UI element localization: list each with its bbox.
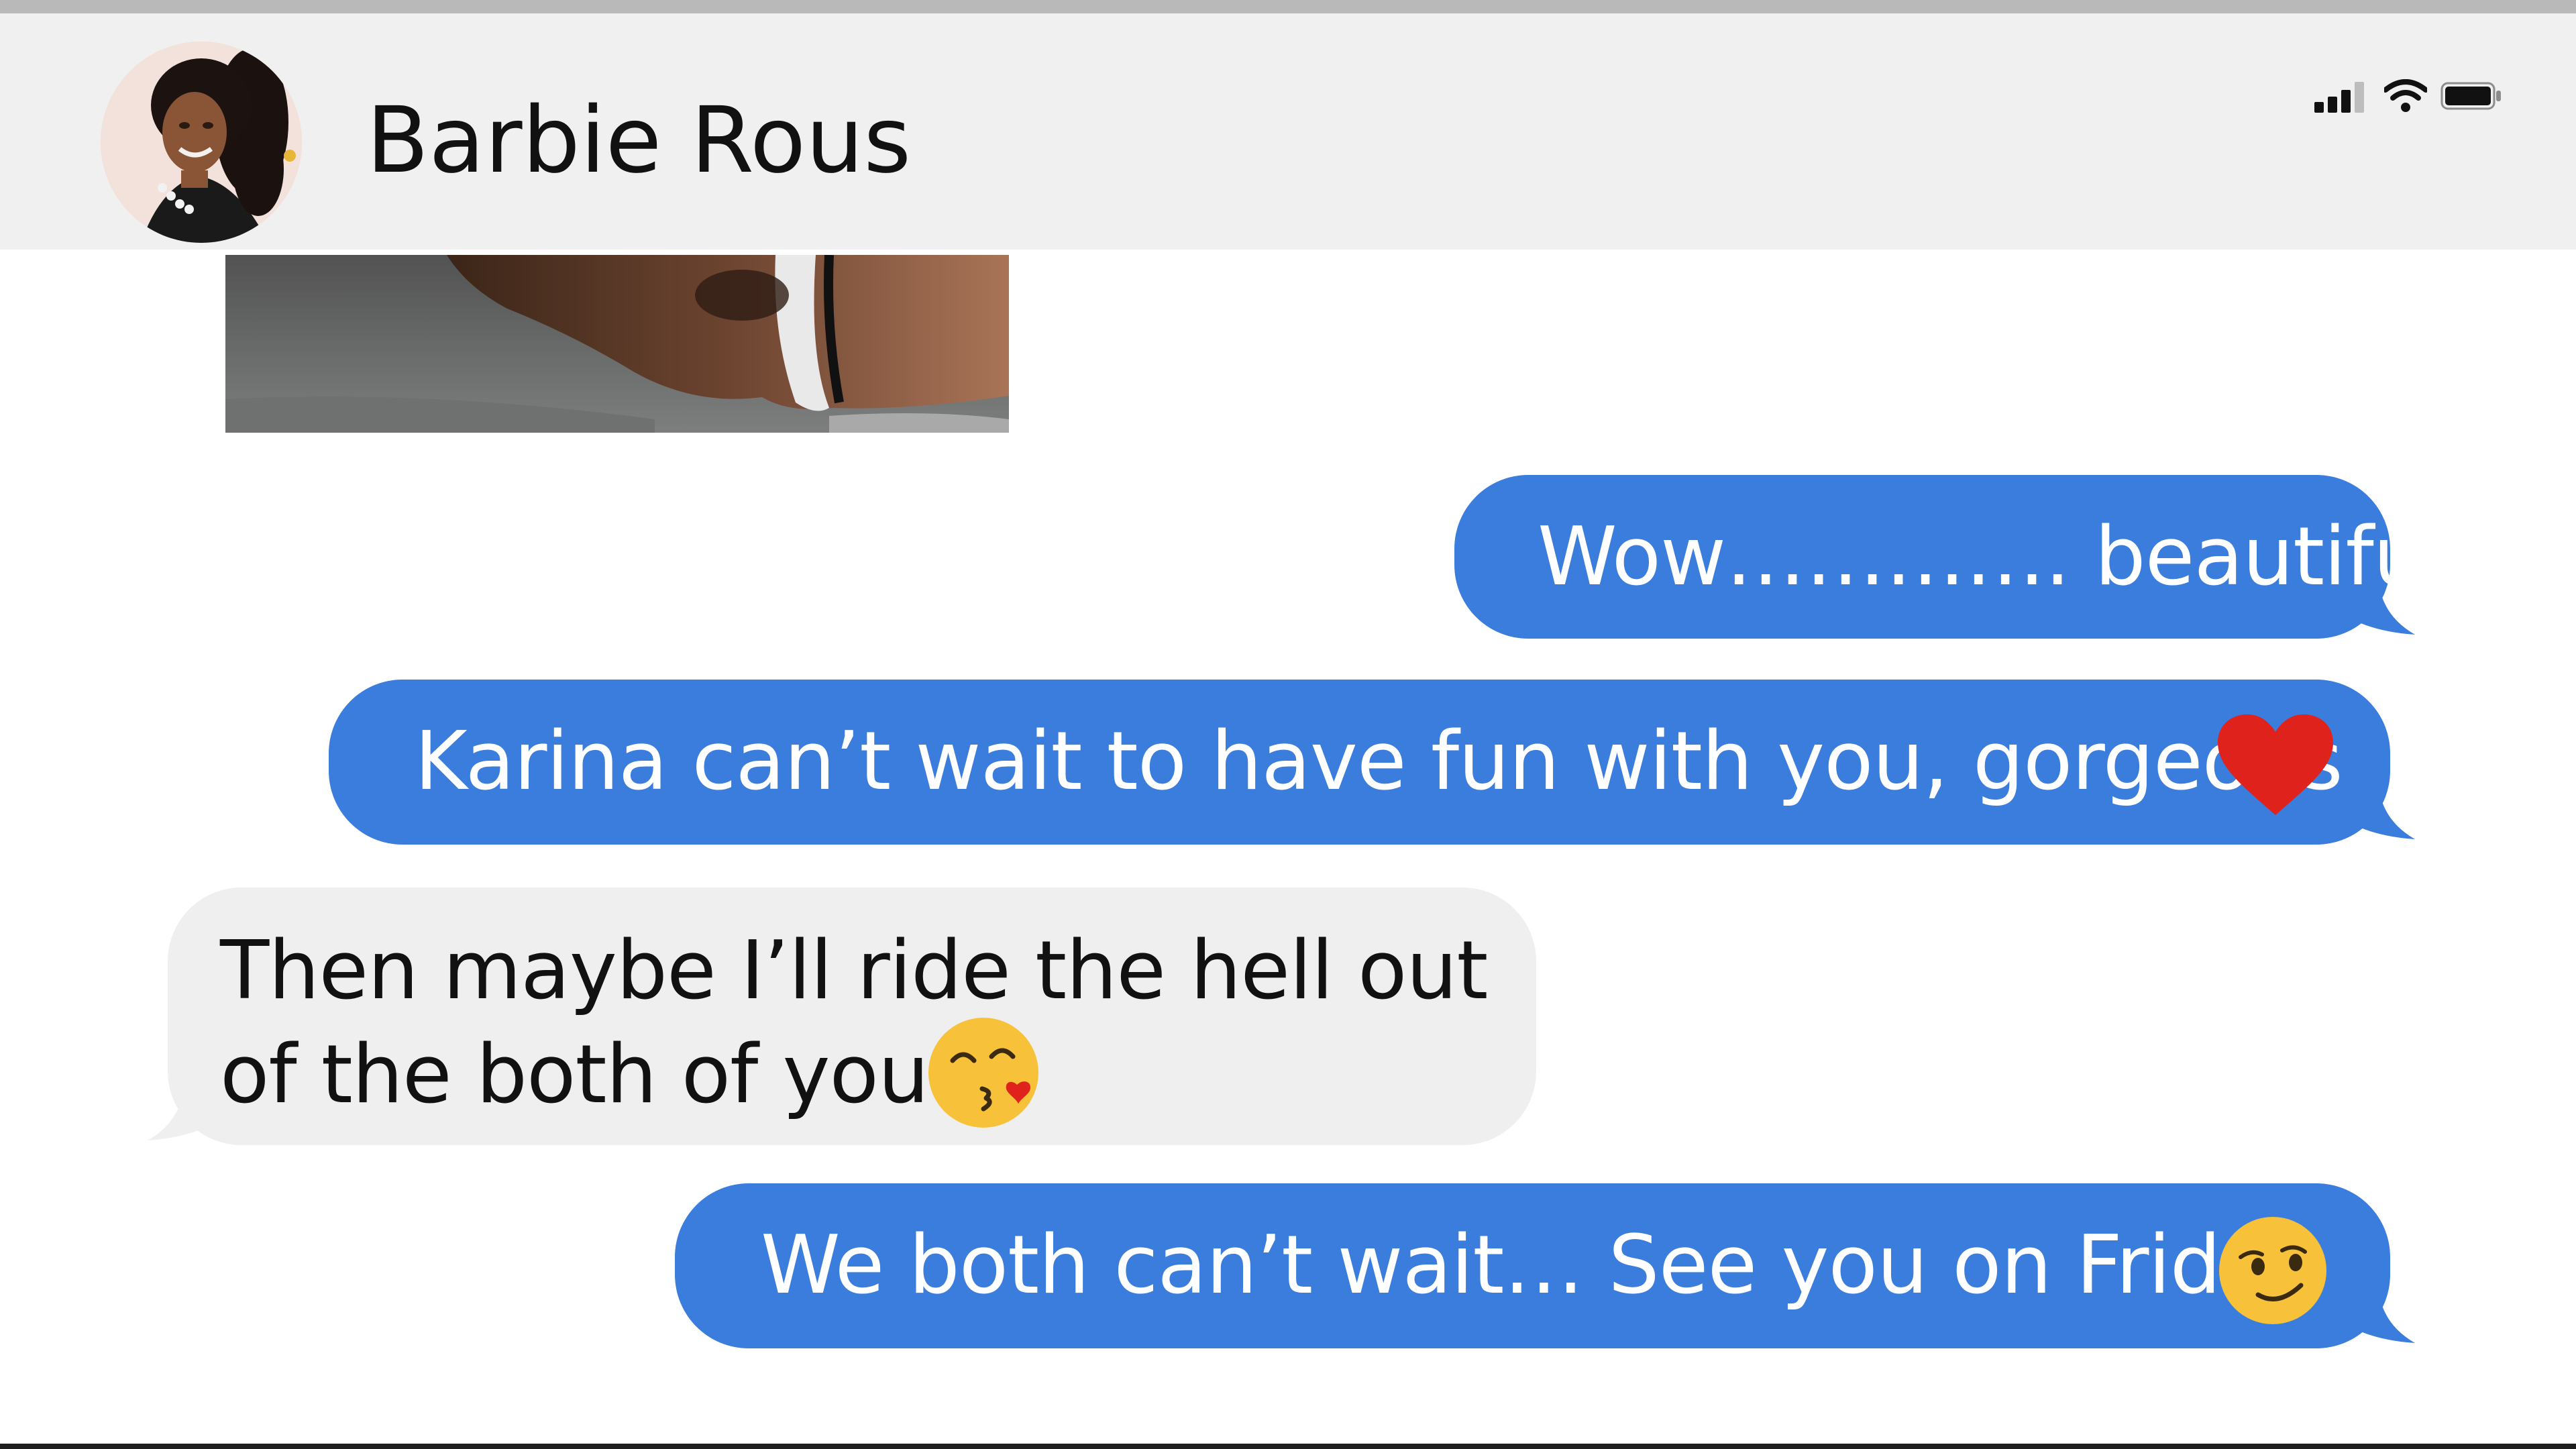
signal-bars-icon <box>2314 79 2368 113</box>
bubble-tail <box>2348 1299 2415 1343</box>
contact-avatar[interactable] <box>101 42 302 243</box>
outgoing-message-bubble[interactable]: Karina can’t wait to have fun with you, … <box>329 680 2390 845</box>
message-text-line-2: of the both of you <box>220 1028 929 1122</box>
red-heart-icon <box>2215 713 2336 818</box>
message-text: Wow…………. beautiful <box>1538 511 2446 604</box>
wifi-icon <box>2383 79 2428 113</box>
battery-icon <box>2440 82 2502 110</box>
outgoing-message-bubble[interactable]: We both can’t wait… See you on Friday <box>675 1183 2390 1348</box>
avatar-photo-icon <box>101 42 302 243</box>
chat-header: Barbie Rous <box>0 13 2576 250</box>
message-text-line-1: Then maybe I’ll ride the hell out <box>220 924 1488 1018</box>
bubble-tail <box>148 1096 215 1140</box>
bubble-tail <box>2348 795 2415 839</box>
face-blowing-kiss-icon <box>927 1016 1040 1129</box>
photo-message-thumbnail[interactable] <box>225 255 1009 433</box>
incoming-message-bubble[interactable]: Then maybe I’ll ride the hell out of the… <box>168 888 1536 1145</box>
bubble-tail <box>2348 590 2415 635</box>
message-text: Karina can’t wait to have fun with you, … <box>415 715 2343 808</box>
message-text: We both can’t wait… See you on Friday <box>761 1219 2316 1312</box>
photo-thumbnail <box>225 255 1009 433</box>
bottom-edge <box>0 1444 2576 1449</box>
outgoing-message-bubble[interactable]: Wow…………. beautiful <box>1454 475 2446 639</box>
chat-screen: Barbie Rous Wow…………. beautiful Karina ca… <box>0 0 2576 1449</box>
contact-name[interactable]: Barbie Rous <box>366 87 911 195</box>
top-edge <box>0 0 2576 13</box>
smirking-face-icon <box>2218 1216 2328 1326</box>
status-bar-icons <box>2314 79 2502 119</box>
